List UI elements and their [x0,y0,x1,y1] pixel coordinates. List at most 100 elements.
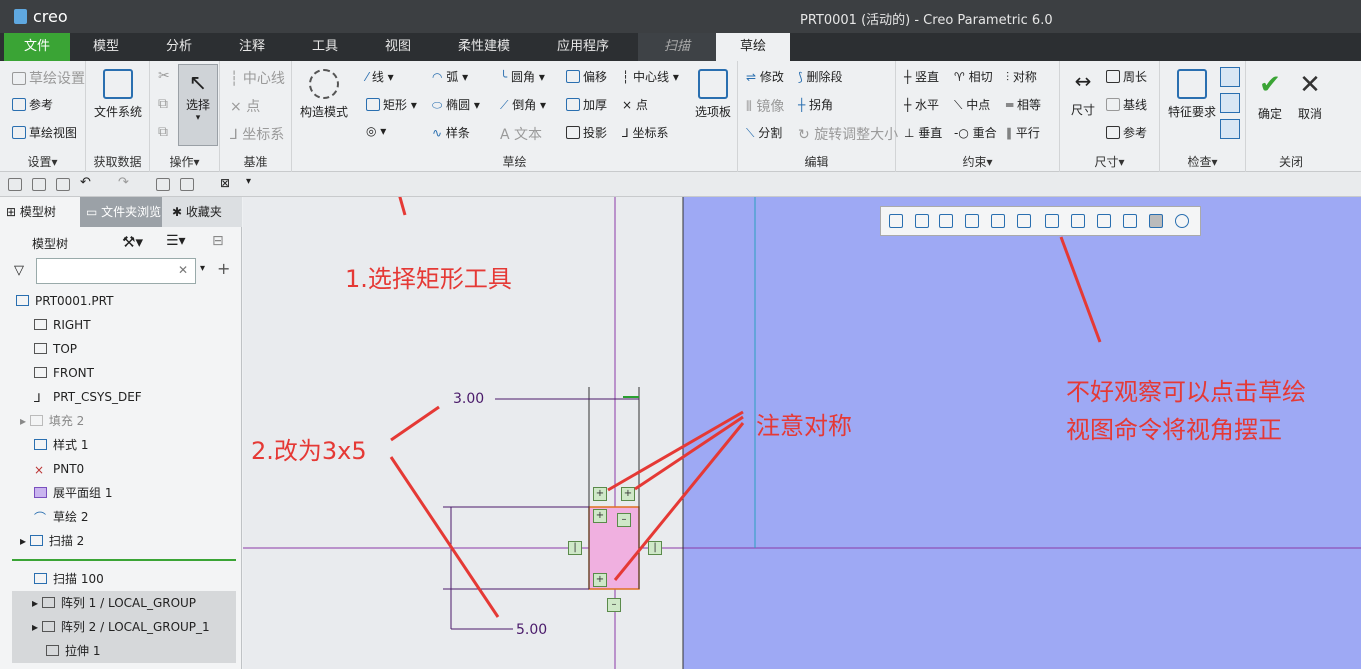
tree-filter-options-icon[interactable]: ⊟ [212,233,224,249]
references-button[interactable]: 参考 [12,96,53,113]
tree-item-flatten-quilt[interactable]: 展平面组 1 [0,481,242,505]
sketch-csys-tool[interactable]: ⅃ 坐标系 [622,124,669,141]
add-filter-icon[interactable]: + [217,259,230,278]
coincident-constraint[interactable]: -○ 重合 [954,124,997,141]
mirror-button[interactable]: ⫴ 镜像 [746,96,784,116]
clear-filter-icon[interactable]: ✕ [178,263,188,277]
tab-tools[interactable]: 工具 [291,33,359,61]
chamfer-tool[interactable]: ⟋ 倒角 ▾ [500,96,546,113]
fillet-tool[interactable]: ╰ 圆角 ▾ [500,68,545,85]
modify-button[interactable]: ⇌ 修改 [746,68,784,85]
tree-item-sweep100[interactable]: 扫描 100 [0,567,242,591]
ok-button[interactable]: ✔ 确定 [1250,69,1290,122]
group-label-inspect[interactable]: 检查▾ [1160,153,1245,170]
regenerate-icon[interactable] [156,178,170,191]
symmetric-constraint[interactable]: ⫶ 对称 [1006,68,1037,85]
tree-item-root[interactable]: PRT0001.PRT [0,289,242,313]
tab-favorites[interactable]: ✱ 收藏夹 [166,197,242,227]
tree-item-style[interactable]: 样式 1 [0,433,242,457]
group-label-constrain[interactable]: 约束▾ [896,153,1059,170]
group-label-dimension[interactable]: 尺寸▾ [1060,153,1159,170]
tree-item-sweep2[interactable]: ▸ 扫描 2 [0,529,242,553]
windows-icon[interactable] [180,178,194,191]
tab-sketch[interactable]: 草绘 [716,33,790,61]
tab-model[interactable]: 模型 [72,33,140,61]
sketch-setup-button[interactable]: 草绘设置 [12,68,85,88]
file-system-button[interactable]: 文件系统 [90,69,146,120]
rectangle-tool[interactable]: 矩形 ▾ [366,96,417,113]
reference-dim-button[interactable]: 参考 [1106,124,1147,141]
circle-tool[interactable]: ◎ ▾ [366,124,386,138]
thicken-tool[interactable]: 加厚 [566,96,607,113]
filter-dropdown-icon[interactable]: ▾ [200,263,205,274]
select-button[interactable]: ↖ 选择 ▾ [178,64,218,146]
project-tool[interactable]: 投影 [566,124,607,141]
offset-tool[interactable]: 偏移 [566,68,607,85]
line-tool[interactable]: ⁄ 线 ▾ [366,68,394,85]
redo-icon[interactable]: ↷ [118,175,132,190]
tab-flexible-modeling[interactable]: 柔性建模 [440,33,528,61]
tab-file[interactable]: 文件 [4,33,70,61]
tangent-constraint[interactable]: ♈ 相切 [954,68,993,85]
tab-analysis[interactable]: 分析 [145,33,213,61]
tab-model-tree[interactable]: ⊞ 模型树 [0,197,80,227]
customize-toolbar-icon[interactable]: ▾ [246,176,260,189]
midpoint-constraint[interactable]: ⟍ 中点 [954,96,990,113]
tab-applications[interactable]: 应用程序 [538,33,628,61]
group-label-operations[interactable]: 操作▾ [150,153,219,170]
overlap-geometry-icon[interactable] [1220,93,1240,113]
perpendicular-constraint[interactable]: ⊥ 垂直 [904,124,942,141]
open-folder-icon[interactable] [32,178,46,191]
tree-item-top[interactable]: TOP [0,337,242,361]
tree-settings-icon[interactable]: ⚒▾ [122,233,143,251]
tree-filter-input[interactable] [36,258,196,284]
perimeter-button[interactable]: 周长 [1106,68,1147,85]
new-file-icon[interactable] [8,178,22,191]
sketch-centerline-tool[interactable]: ┆ 中心线 ▾ [622,68,679,85]
text-tool[interactable]: A 文本 [500,124,542,144]
show-columns-icon[interactable]: ☰▾ [166,233,186,249]
tree-item-sketch2[interactable]: ⌒ 草绘 2 [0,505,242,529]
save-icon[interactable] [56,178,70,191]
vertical-constraint[interactable]: ┼ 竖直 [904,68,939,85]
delete-segment-button[interactable]: ⟆ 删除段 [798,68,843,85]
tree-item-right[interactable]: RIGHT [0,313,242,337]
paste-icon[interactable]: ⧉ [158,124,168,140]
copy-icon[interactable]: ⧉ [158,96,168,112]
tree-item-pattern2[interactable]: ▸ 阵列 2 / LOCAL_GROUP_1 [12,615,236,639]
sketch-point-tool[interactable]: × 点 [622,96,648,113]
datum-centerline-button[interactable]: ┆ 中心线 [230,68,285,88]
tree-item-extrude1[interactable]: 拉伸 1 [12,639,236,663]
highlight-open-ends-icon[interactable] [1220,67,1240,87]
tree-item-pnt[interactable]: × PNT0 [0,457,242,481]
cut-icon[interactable]: ✂ [158,68,170,84]
feature-requirements-button[interactable]: 特征要求 [1162,69,1222,120]
arc-tool[interactable]: ◠ 弧 ▾ [432,68,468,85]
tab-folder-browser[interactable]: ▭ 文件夹浏览器 [80,197,162,227]
tab-annotate[interactable]: 注释 [218,33,286,61]
palette-button[interactable]: 选项板 [690,69,736,120]
datum-point-button[interactable]: × 点 [230,96,260,116]
horizontal-constraint[interactable]: ┼ 水平 [904,96,939,113]
dimension-button[interactable]: ↔ 尺寸 [1062,69,1104,118]
tree-item-front[interactable]: FRONT [0,361,242,385]
tab-view[interactable]: 视图 [364,33,432,61]
rotate-resize-button[interactable]: ↻ 旋转调整大小 [798,124,898,144]
datum-csys-button[interactable]: ⅃ 坐标系 [230,124,284,144]
construction-mode-button[interactable]: 构造模式 [296,69,352,120]
parallel-constraint[interactable]: ∥ 平行 [1006,124,1040,141]
baseline-button[interactable]: 基线 [1106,96,1147,113]
close-window-icon[interactable]: ⊠ [220,176,234,190]
corner-button[interactable]: ┼ 拐角 [798,96,833,113]
tree-item-fill[interactable]: ▸ 填充 2 [0,409,242,433]
cancel-button[interactable]: ✕ 取消 [1290,69,1330,122]
tab-sweep[interactable]: 扫描 [638,33,716,61]
undo-icon[interactable]: ↶ [80,175,94,190]
divide-button[interactable]: ⟍ 分割 [746,124,782,141]
graphics-canvas[interactable]: 3.00 5.00 + + + – + – | | 1.选择矩形工具 2.改为3… [243,197,1361,669]
sketch-view-button[interactable]: 草绘视图 [12,124,77,141]
shade-closed-loops-icon[interactable] [1220,119,1240,139]
tree-item-csys[interactable]: ⅃ PRT_CSYS_DEF [0,385,242,409]
equal-constraint[interactable]: ═ 相等 [1006,96,1041,113]
spline-tool[interactable]: ∿ 样条 [432,124,470,141]
